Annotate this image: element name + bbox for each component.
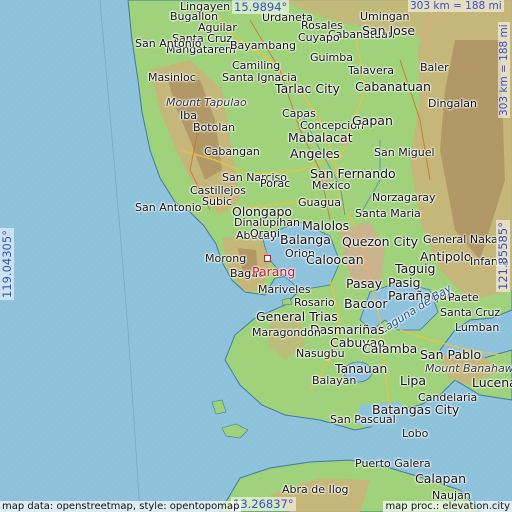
place-pasay: Pasay	[346, 276, 383, 291]
highlight-label: Parang	[252, 264, 296, 279]
place-umingan: Umingan	[360, 10, 410, 23]
place-guimba: Guimba	[310, 51, 353, 64]
place-general-nakar: General Nakar	[423, 233, 503, 246]
place-caloocan: Caloocan	[306, 252, 364, 267]
place-balayan: Balayan	[312, 374, 357, 387]
place-lipa: Lipa	[400, 373, 427, 388]
place-mariveles: Mariveles	[258, 283, 311, 296]
place-lucena: Lucena	[472, 375, 512, 390]
place-norzagaray: Norzagaray	[372, 191, 436, 204]
place-san-pascual: San Pascual	[330, 413, 396, 426]
place-gapan: Gapan	[352, 113, 393, 128]
place-calamba: Calamba	[362, 341, 418, 356]
place-santa-maria: Santa Maria	[355, 207, 421, 220]
place-talavera: Talavera	[348, 64, 394, 77]
place-cabangan: Cabangan	[204, 145, 260, 158]
place-lobo: Lobo	[402, 427, 429, 440]
place-malolos: Malolos	[302, 218, 350, 233]
place-lumban: Lumban	[455, 321, 500, 334]
scale-top: 303 km = 188 mi	[408, 0, 504, 12]
place-balanga: Balanga	[280, 232, 331, 247]
highlight-marker[interactable]	[264, 255, 271, 262]
topographic-map[interactable]: Lingayen Bugallon Urdaneta Umingan Aguil…	[0, 0, 512, 512]
scale-right: 303 km = 188 mi	[498, 22, 510, 118]
place-porac: Porac	[260, 177, 291, 190]
place-mexico: Mexico	[312, 179, 351, 192]
place-angeles: Angeles	[290, 146, 340, 161]
place-bacoor: Bacoor	[344, 296, 388, 311]
place-maragondon: Maragondon	[252, 326, 321, 339]
place-rosario: Rosario	[294, 296, 335, 309]
place-dingalan: Dingalan	[428, 97, 477, 110]
place-bayambang: Bayambang	[230, 39, 296, 52]
place-san-antonio-north: San Antonio	[135, 37, 202, 50]
credit-map-processing[interactable]: map proc.: elevation.city	[383, 501, 512, 512]
coord-left-longitude: 119.04305°	[0, 228, 14, 300]
place-morong: Morong	[205, 252, 247, 265]
place-san-miguel: San Miguel	[374, 146, 435, 159]
place-quezon-city: Quezon City	[342, 234, 419, 249]
place-cuyapo: Cuyapo	[298, 31, 340, 44]
place-orani: Orani	[250, 227, 280, 240]
place-abra-de-ilog: Abra de Ilog	[282, 483, 349, 496]
place-taguig: Taguig	[395, 261, 436, 276]
place-san-jose: San Jose	[362, 23, 416, 38]
place-puerto-galera: Puerto Galera	[355, 457, 431, 470]
coord-right-longitude: 121.85585°	[496, 220, 510, 292]
place-subic: Subic	[202, 195, 233, 208]
place-mabalacat: Mabalacat	[288, 130, 353, 145]
place-cabanatuan: Cabanatuan	[355, 79, 431, 94]
place-santa-cruz-south: Santa Cruz	[440, 306, 501, 319]
place-paete: Paete	[448, 291, 479, 304]
place-nasugbu: Nasugbu	[296, 347, 345, 360]
place-tarlac-city: Tarlac City	[275, 81, 340, 96]
place-san-antonio: San Antonio	[135, 201, 202, 214]
coord-top-latitude: 15.9894°	[232, 0, 290, 14]
place-baler: Baler	[420, 61, 449, 74]
place-mount-banahaw: Mount Banahaw	[425, 362, 512, 375]
place-guagua: Guagua	[298, 196, 341, 209]
credit-map-data[interactable]: map data: openstreetmap, style: opentopo…	[0, 501, 242, 512]
place-mount-tapulao: Mount Tapulao	[166, 96, 247, 109]
place-masinloc: Masinloc	[148, 71, 196, 84]
place-san-pablo: San Pablo	[420, 347, 482, 362]
place-calapan: Calapan	[415, 471, 467, 486]
place-botolan: Botolan	[193, 121, 236, 134]
